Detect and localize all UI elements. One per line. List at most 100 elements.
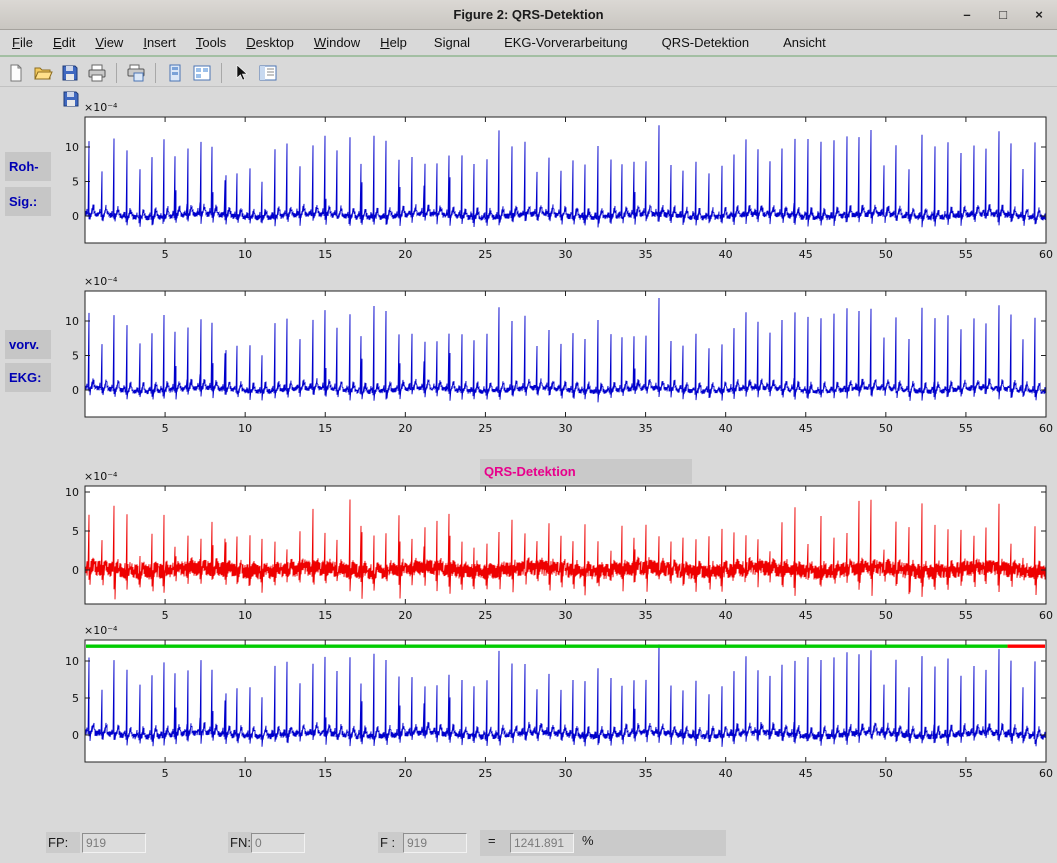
pointer-icon[interactable]	[229, 61, 253, 85]
plot2-label-vorv: vorv.	[5, 330, 51, 359]
x-tick-label: 50	[879, 422, 893, 435]
fn-label: FN:	[228, 832, 252, 853]
plot2-label-ekg: EKG:	[5, 363, 51, 392]
plot1-label-sig: Sig.:	[5, 187, 51, 216]
f-label: F :	[378, 832, 404, 853]
new-document-icon[interactable]	[4, 61, 28, 85]
x-tick-label: 40	[719, 609, 733, 622]
x-tick-label: 15	[318, 609, 332, 622]
rate-input[interactable]	[510, 833, 574, 853]
y-tick-label: 10	[65, 141, 79, 154]
property-editor-icon[interactable]	[256, 61, 280, 85]
window-title: Figure 2: QRS-Detektion	[0, 7, 1057, 22]
x-tick-label: 5	[162, 609, 169, 622]
equals-sign: =	[488, 833, 496, 848]
x-tick-label: 55	[959, 248, 973, 261]
x-tick-label: 35	[639, 248, 653, 261]
x-tick-label: 15	[318, 767, 332, 780]
menu-help[interactable]: Help	[370, 30, 417, 56]
x-tick-label: 10	[238, 248, 252, 261]
x-tick-label: 50	[879, 609, 893, 622]
window-titlebar[interactable]: Figure 2: QRS-Detektion – □ ×	[0, 0, 1057, 30]
menu-tools[interactable]: Tools	[186, 30, 236, 56]
plot1-label-roh: Roh-	[5, 152, 51, 181]
plots-canvas: 510152025303540455055600510×10⁻⁴51015202…	[0, 0, 1057, 863]
menu-insert[interactable]: Insert	[133, 30, 186, 56]
fp-input[interactable]	[82, 833, 146, 853]
x-tick-label: 30	[559, 248, 573, 261]
x-tick-label: 5	[162, 248, 169, 261]
x-tick-label: 40	[719, 767, 733, 780]
x-tick-label: 10	[238, 422, 252, 435]
x-tick-label: 45	[799, 248, 813, 261]
menu-window[interactable]: Window	[304, 30, 370, 56]
y-tick-label: 0	[72, 564, 79, 577]
x-tick-label: 25	[478, 248, 492, 261]
menu-ansicht[interactable]: Ansicht	[766, 30, 843, 56]
x-tick-label: 30	[559, 422, 573, 435]
x-tick-label: 60	[1039, 248, 1053, 261]
maximize-button[interactable]: □	[993, 5, 1013, 25]
y-tick-label: 5	[72, 176, 79, 189]
y-exponent-label: ×10⁻⁴	[84, 275, 118, 288]
x-tick-label: 35	[639, 422, 653, 435]
x-tick-label: 60	[1039, 609, 1053, 622]
toolbar-separator	[155, 63, 156, 83]
y-tick-label: 5	[72, 692, 79, 705]
x-tick-label: 40	[719, 422, 733, 435]
x-tick-label: 20	[398, 609, 412, 622]
close-button[interactable]: ×	[1029, 5, 1049, 25]
x-tick-label: 45	[799, 609, 813, 622]
print-preview-icon[interactable]	[124, 61, 148, 85]
vorverarbeitetes-ekg-plot-area	[85, 291, 1046, 417]
toolbar-separator	[116, 63, 117, 83]
save-icon[interactable]	[58, 61, 82, 85]
menu-signal[interactable]: Signal	[417, 30, 487, 56]
menu-file[interactable]: File	[2, 30, 43, 56]
y-tick-label: 0	[72, 729, 79, 742]
x-tick-label: 60	[1039, 422, 1053, 435]
x-tick-label: 50	[879, 767, 893, 780]
x-tick-label: 15	[318, 422, 332, 435]
rate-panel: = %	[480, 830, 726, 856]
x-tick-label: 15	[318, 248, 332, 261]
y-tick-label: 5	[72, 525, 79, 538]
menu-desktop[interactable]: Desktop	[236, 30, 304, 56]
qrs-detektion-plot-area	[85, 486, 1046, 604]
f-input[interactable]	[403, 833, 467, 853]
x-tick-label: 55	[959, 609, 973, 622]
x-tick-label: 35	[639, 609, 653, 622]
menu-bar: FileEditViewInsertToolsDesktopWindowHelp…	[0, 31, 1057, 57]
menu-qrs-detektion[interactable]: QRS-Detektion	[645, 30, 766, 56]
menu-ekg-vorverarbeitung[interactable]: EKG-Vorverarbeitung	[487, 30, 645, 56]
x-tick-label: 45	[799, 767, 813, 780]
plot-browser-icon[interactable]	[190, 61, 214, 85]
menu-view[interactable]: View	[85, 30, 133, 56]
y-tick-label: 0	[72, 384, 79, 397]
y-tick-label: 10	[65, 486, 79, 499]
x-tick-label: 5	[162, 422, 169, 435]
x-tick-label: 20	[398, 422, 412, 435]
y-tick-label: 5	[72, 350, 79, 363]
x-tick-label: 10	[238, 767, 252, 780]
x-tick-label: 60	[1039, 767, 1053, 780]
y-tick-label: 0	[72, 210, 79, 223]
y-exponent-label: ×10⁻⁴	[84, 470, 118, 483]
fn-input[interactable]	[251, 833, 305, 853]
x-tick-label: 20	[398, 248, 412, 261]
x-tick-label: 50	[879, 248, 893, 261]
print-icon[interactable]	[85, 61, 109, 85]
save-icon-secondary[interactable]	[59, 87, 83, 111]
open-folder-icon[interactable]	[31, 61, 55, 85]
roh-signal-plot-area	[85, 117, 1046, 243]
x-tick-label: 30	[559, 767, 573, 780]
x-tick-label: 35	[639, 767, 653, 780]
x-tick-label: 45	[799, 422, 813, 435]
menu-edit[interactable]: Edit	[43, 30, 85, 56]
y-tick-label: 10	[65, 655, 79, 668]
x-tick-label: 25	[478, 767, 492, 780]
x-tick-label: 5	[162, 767, 169, 780]
minimize-button[interactable]: –	[957, 5, 977, 25]
y-exponent-label: ×10⁻⁴	[84, 101, 118, 114]
figure-palette-icon[interactable]	[163, 61, 187, 85]
